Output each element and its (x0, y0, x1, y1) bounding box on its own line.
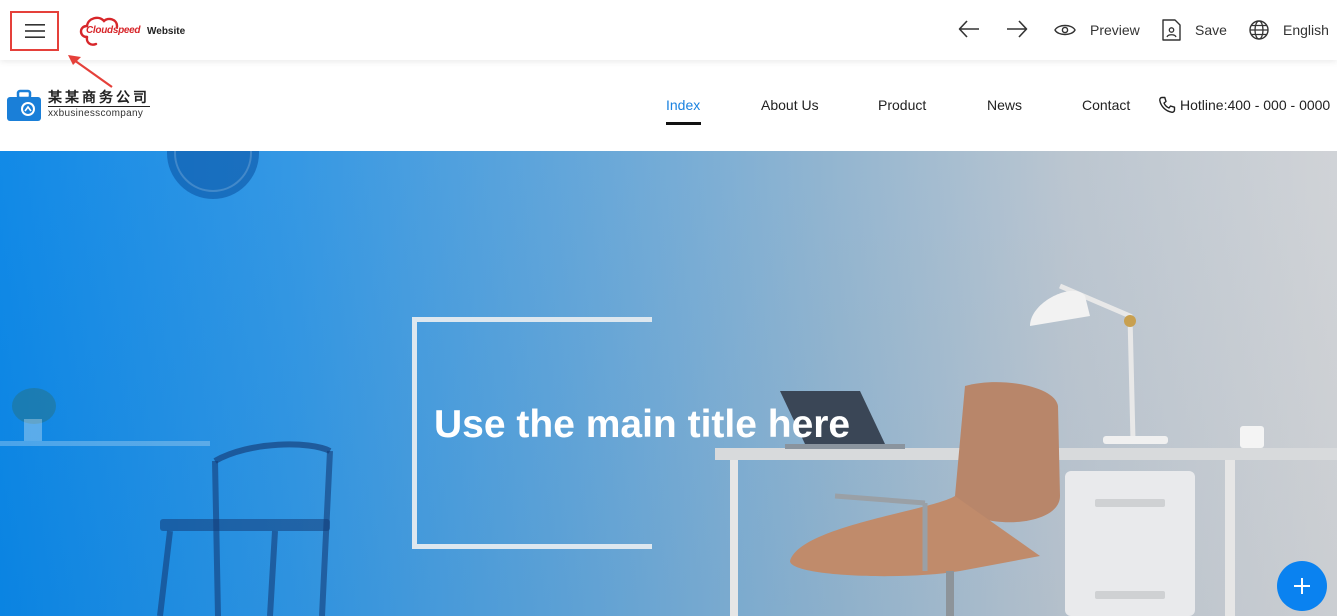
company-logo[interactable]: 某某商务公司 xxbusinesscompany (6, 87, 150, 123)
site-header: 某某商务公司 xxbusinesscompany Index About Us … (0, 60, 1337, 151)
preview-button[interactable]: Preview (1053, 18, 1140, 42)
logo-english-name: xxbusinesscompany (48, 106, 150, 120)
nav-item-index[interactable]: Index (666, 97, 700, 113)
language-button[interactable]: English (1248, 18, 1329, 42)
hero-banner[interactable]: Use the main title here (0, 151, 1337, 616)
hero-title[interactable]: Use the main title here (434, 403, 850, 447)
office-scene-image (0, 151, 1337, 616)
undo-button[interactable] (957, 17, 981, 41)
globe-icon (1249, 20, 1269, 40)
annotation-arrow-icon (68, 55, 113, 88)
add-section-button[interactable] (1277, 561, 1327, 611)
arrow-left-icon (958, 20, 979, 38)
nav-item-contact[interactable]: Contact (1082, 97, 1130, 113)
hotline-text: Hotline:400 - 000 - 0000 (1180, 97, 1331, 113)
nav-item-about-us[interactable]: About Us (761, 97, 819, 113)
nav-item-product[interactable]: Product (878, 97, 926, 113)
logo-chinese-name: 某某商务公司 (48, 90, 150, 106)
nav-active-indicator (666, 122, 701, 125)
brand-site-text: Website (147, 26, 186, 37)
editor-toolbar: Cloudspeed Website Preview Save English (0, 0, 1337, 60)
hamburger-menu-button[interactable] (10, 11, 59, 51)
save-icon (1162, 19, 1181, 41)
preview-label: Preview (1090, 22, 1140, 38)
cloudspeed-logo: Cloudspeed Website (77, 13, 185, 49)
hotline: Hotline:400 - 000 - 0000 (1158, 96, 1330, 114)
plus-icon (1294, 578, 1310, 594)
nav-item-news[interactable]: News (987, 97, 1022, 113)
save-button[interactable]: Save (1160, 18, 1227, 42)
brand-cloud-text: Cloudspeed (86, 25, 141, 36)
phone-icon (1159, 96, 1176, 113)
save-label: Save (1195, 22, 1227, 38)
arrow-right-icon (1007, 20, 1028, 38)
eye-icon (1054, 24, 1076, 36)
briefcase-logo-icon (7, 89, 41, 121)
redo-button[interactable] (1005, 17, 1029, 41)
hamburger-icon (24, 24, 45, 38)
language-label: English (1283, 22, 1329, 38)
